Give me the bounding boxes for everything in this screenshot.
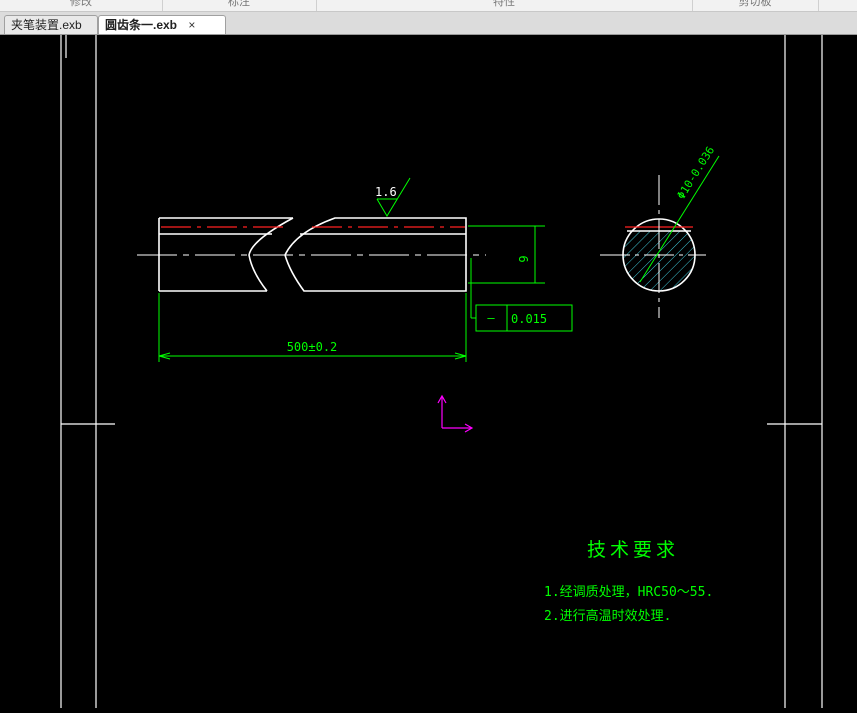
ucs-icon: [437, 394, 474, 433]
ribbon-group-dimension[interactable]: 标注: [162, 0, 317, 11]
ribbon-group-clipboard[interactable]: 剪切板: [692, 0, 819, 11]
cross-section-view: [600, 155, 720, 318]
tech-requirements-title: 技术要求: [587, 539, 679, 561]
tab-clamp-assembly[interactable]: 夹笔装置.exb: [4, 15, 98, 34]
ribbon-group-modify[interactable]: 修改: [0, 0, 163, 11]
cad-drawing: 1.6 9 — 0.015 500±0.2 Φ10-0.036 技术要求 1.经…: [60, 35, 823, 708]
diameter-dim-text: 9: [517, 255, 531, 262]
ribbon-group-properties[interactable]: 特性: [316, 0, 693, 11]
ribbon-toolbar: 修改 标注 特性 剪切板: [0, 0, 857, 12]
close-icon[interactable]: ×: [188, 18, 195, 32]
roughness-value: 1.6: [375, 185, 397, 199]
drawing-frame: [60, 35, 823, 708]
diameter-dimension: [468, 225, 545, 284]
tab-label: 圆齿条一.exb: [105, 18, 178, 32]
document-tab-bar: 夹笔装置.exb 圆齿条一.exb ×: [0, 12, 857, 35]
length-dim-text: 500±0.2: [287, 340, 338, 354]
tolerance-value: 0.015: [511, 312, 547, 326]
tab-round-rack[interactable]: 圆齿条一.exb ×: [98, 15, 226, 34]
tab-label: 夹笔装置.exb: [11, 18, 82, 32]
drawing-canvas[interactable]: 1.6 9 — 0.015 500±0.2 Φ10-0.036 技术要求 1.经…: [0, 35, 857, 708]
tech-note-2: 2.进行高温时效处理.: [544, 608, 671, 624]
tech-note-1: 1.经调质处理，HRC50～55.: [544, 585, 713, 600]
tolerance-symbol: —: [487, 311, 495, 325]
